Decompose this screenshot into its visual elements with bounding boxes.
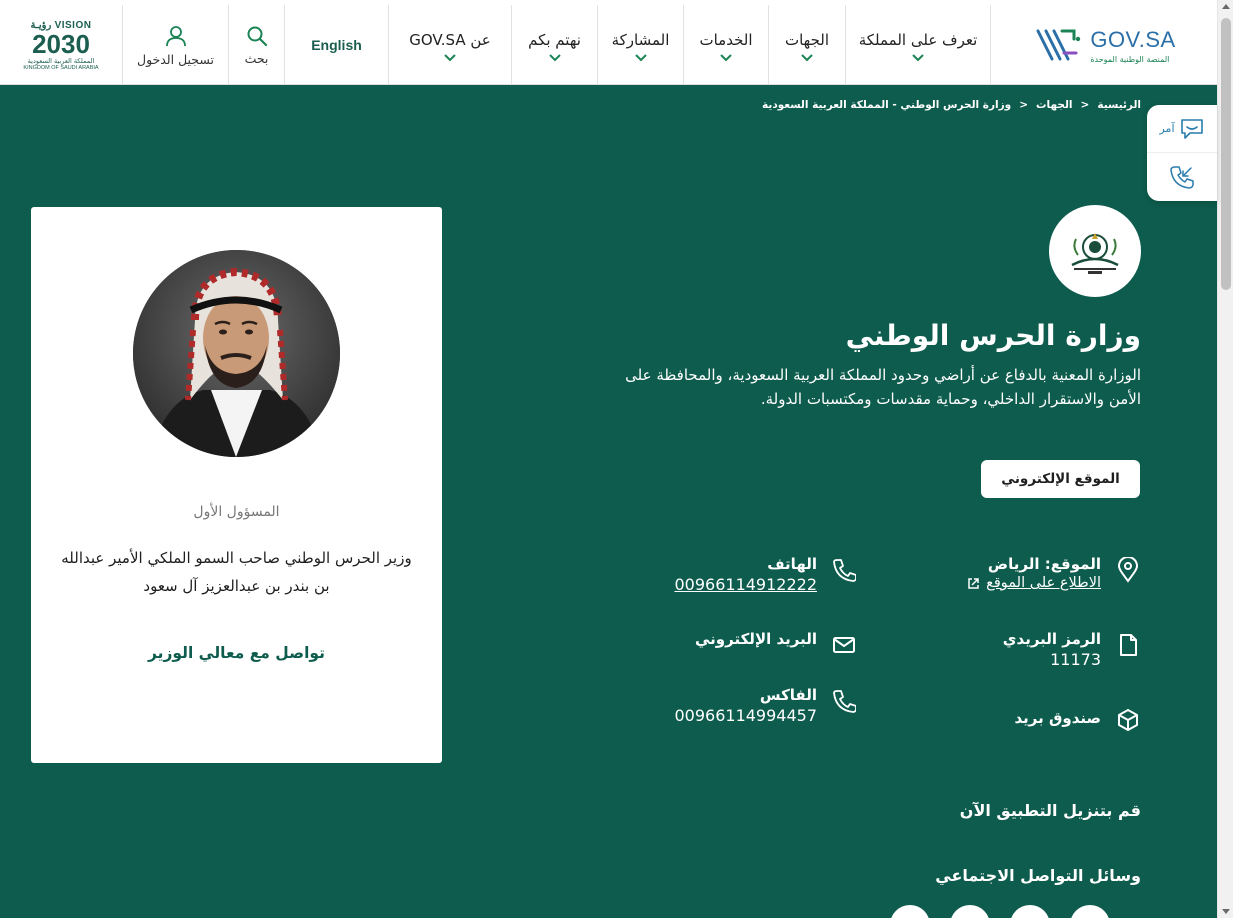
info-po-box: صندوق بريد	[1015, 705, 1142, 733]
breadcrumb: الرئيسية < الجهات < وزارة الحرس الوطني -…	[762, 99, 1141, 111]
fax-label: الفاكس	[759, 686, 817, 704]
mail-icon	[831, 632, 857, 658]
search-button[interactable]: بحث	[228, 5, 284, 85]
breadcrumb-entities[interactable]: الجهات	[1036, 99, 1073, 111]
box-icon	[1115, 707, 1141, 733]
chevron-down-icon	[634, 54, 647, 62]
nav-label: تعرف على المملكة	[858, 31, 978, 49]
national-guard-emblem-icon	[1071, 233, 1119, 274]
nav-label: المشاركة	[611, 31, 670, 49]
ministry-logo	[1049, 205, 1141, 297]
chat-icon	[1180, 118, 1203, 139]
breadcrumb-separator: <	[1080, 99, 1090, 111]
phone-label: الهاتف	[767, 555, 817, 573]
website-button[interactable]: الموقع الإلكتروني	[981, 460, 1140, 498]
location-pin-icon	[1115, 557, 1141, 583]
vision-year: 2030	[32, 28, 90, 59]
govsa-logo[interactable]: GOV.SA المنصة الوطنية الموحدة	[990, 5, 1217, 85]
social-youtube-icon[interactable]	[950, 905, 990, 918]
user-icon	[165, 25, 186, 46]
minister-name: وزير الحرس الوطني صاحب السمو الملكي الأم…	[61, 549, 412, 595]
info-fax: الفاكس 00966114994457	[674, 686, 857, 725]
chevron-down-icon	[548, 54, 561, 62]
scroll-down-icon[interactable]	[1222, 909, 1230, 914]
chevron-down-icon	[801, 54, 813, 62]
view-location-label: الاطلاع على الموقع	[986, 575, 1101, 591]
site-header: GOV.SA المنصة الوطنية الموحدة تعرف على ا…	[0, 0, 1217, 85]
vision-2030-logo[interactable]: VISION رؤيـة 2030 المملكة العربية السعود…	[0, 5, 122, 85]
nav-know-kingdom[interactable]: تعرف على المملكة	[845, 5, 990, 85]
info-email: البريد الإلكتروني	[695, 630, 857, 658]
phone-icon	[831, 557, 857, 583]
chevron-down-icon	[720, 54, 732, 62]
vision-en-text: KINGDOM OF SAUDI ARABIA	[23, 64, 99, 71]
chevron-down-icon	[912, 54, 924, 62]
breadcrumb-separator: <	[1019, 99, 1028, 111]
phone-number-link[interactable]: 00966114912222	[674, 575, 817, 594]
nav-participation[interactable]: المشاركة	[597, 5, 683, 85]
postal-code-label: الرمز البريدي	[1002, 630, 1101, 648]
social-x-icon[interactable]	[1070, 905, 1110, 918]
govsa-emblem-icon	[1036, 29, 1081, 61]
info-phone: الهاتف 00966114912222	[674, 555, 857, 594]
nav-about-govsa[interactable]: عن GOV.SA	[388, 5, 511, 85]
location-label: الموقع: الرياض	[987, 555, 1101, 573]
social-instagram-icon[interactable]	[1010, 905, 1050, 918]
search-label: بحث	[244, 50, 269, 66]
entity-page-main: الرئيسية < الجهات < وزارة الحرس الوطني -…	[0, 85, 1217, 918]
postal-code-value: 11173	[1050, 650, 1101, 669]
phone-icon	[831, 688, 857, 714]
floating-help-widget: آمر	[1147, 105, 1217, 201]
govsa-tagline: المنصة الوطنية الموحدة	[1090, 54, 1170, 64]
call-button[interactable]	[1147, 153, 1217, 201]
nav-entities[interactable]: الجهات	[768, 5, 845, 85]
page-scrollbar[interactable]	[1217, 0, 1233, 918]
search-icon	[247, 26, 267, 46]
scroll-up-icon[interactable]	[1222, 4, 1230, 9]
login-button[interactable]: تسجيل الدخول	[122, 5, 228, 85]
ministry-title: وزارة الحرس الوطني	[845, 319, 1141, 352]
govsa-brand: GOV.SA	[1090, 26, 1176, 52]
breadcrumb-home[interactable]: الرئيسية	[1097, 99, 1141, 111]
social-icons-row	[890, 905, 1110, 918]
language-label: English	[311, 37, 362, 53]
view-location-link[interactable]: الاطلاع على الموقع	[967, 575, 1101, 591]
nav-label: نهتم بكم	[528, 31, 581, 49]
nav-label: الخدمات	[699, 31, 753, 49]
language-switch-english[interactable]: English	[284, 5, 388, 85]
fax-value: 00966114994457	[674, 706, 817, 725]
info-location: الموقع: الرياض الاطلاع على الموقع	[967, 555, 1141, 591]
scroll-thumb[interactable]	[1221, 18, 1231, 290]
download-app-heading: قم بتنزيل التطبيق الآن	[959, 801, 1141, 820]
chatbot-label: آمر	[1159, 122, 1175, 135]
social-media-heading: وسائل التواصل الاجتماعي	[935, 866, 1141, 885]
login-label: تسجيل الدخول	[136, 51, 215, 67]
email-label: البريد الإلكتروني	[695, 630, 817, 648]
vision-ar-text: المملكة العربية السعودية	[27, 56, 95, 65]
chevron-down-icon	[444, 54, 456, 62]
social-linkedin-icon[interactable]	[890, 905, 930, 918]
nav-services[interactable]: الخدمات	[683, 5, 768, 85]
document-icon	[1115, 632, 1141, 658]
ministry-description: الوزارة المعنية بالدفاع عن أراضي وحدود ا…	[625, 366, 1141, 408]
nav-label: الجهات	[784, 31, 830, 49]
po-box-label: صندوق بريد	[1014, 709, 1102, 727]
chatbot-button[interactable]: آمر	[1147, 105, 1217, 153]
info-postal-code: الرمز البريدي 11173	[1003, 630, 1141, 669]
breadcrumb-current: وزارة الحرس الوطني - المملكة العربية الس…	[762, 99, 1012, 111]
external-link-icon	[968, 577, 979, 589]
minister-card: المسؤول الأول وزير الحرس الوطني صاحب الس…	[31, 207, 442, 763]
minister-photo	[133, 250, 340, 457]
nav-label: عن GOV.SA	[409, 31, 491, 49]
incoming-call-icon	[1170, 166, 1194, 189]
minister-role: المسؤول الأول	[193, 504, 280, 520]
nav-we-care[interactable]: نهتم بكم	[511, 5, 597, 85]
contact-minister-link[interactable]: تواصل مع معالي الوزير	[31, 644, 442, 662]
